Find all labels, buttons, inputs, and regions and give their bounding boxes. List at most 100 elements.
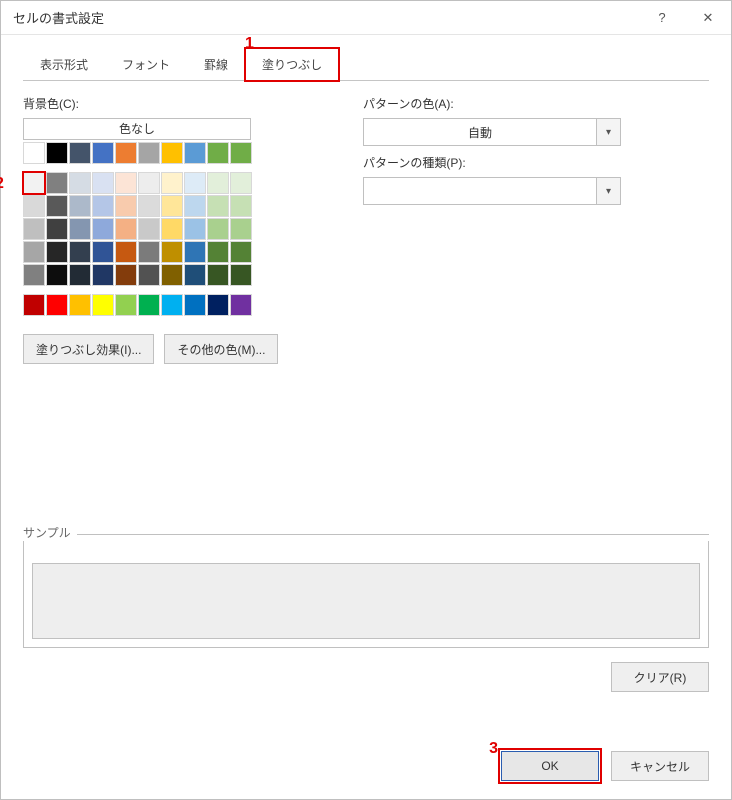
color-swatch[interactable]	[92, 172, 114, 194]
color-swatch[interactable]	[207, 195, 229, 217]
color-swatch[interactable]	[46, 172, 68, 194]
pattern-color-label: パターンの色(A):	[363, 95, 709, 112]
color-swatch[interactable]	[46, 218, 68, 240]
color-swatch[interactable]	[23, 241, 45, 263]
ok-button[interactable]: OK	[501, 751, 599, 781]
clear-button[interactable]: クリア(R)	[611, 662, 709, 692]
annotation-2: 2	[0, 175, 4, 193]
color-swatch[interactable]	[115, 241, 137, 263]
color-swatch[interactable]	[69, 241, 91, 263]
color-swatch[interactable]	[23, 172, 45, 194]
background-color-label: 背景色(C):	[23, 95, 363, 112]
color-swatch[interactable]	[46, 241, 68, 263]
cancel-button[interactable]: キャンセル	[611, 751, 709, 781]
chevron-down-icon: ▾	[596, 178, 620, 204]
color-swatch[interactable]	[138, 142, 160, 164]
color-swatch[interactable]	[184, 294, 206, 316]
color-swatch[interactable]	[184, 241, 206, 263]
color-swatch[interactable]	[184, 264, 206, 286]
titlebar: セルの書式設定 ? ✕	[1, 1, 731, 35]
color-swatch[interactable]	[46, 195, 68, 217]
color-swatch[interactable]	[230, 241, 252, 263]
tab-border[interactable]: 罫線	[187, 48, 245, 81]
color-swatch[interactable]	[184, 195, 206, 217]
color-swatch[interactable]	[115, 142, 137, 164]
color-swatch[interactable]	[138, 264, 160, 286]
color-swatch[interactable]	[138, 172, 160, 194]
no-color-button[interactable]: 色なし	[23, 118, 251, 140]
color-swatch[interactable]	[46, 264, 68, 286]
chevron-down-icon: ▾	[596, 119, 620, 145]
dialog-content: 1 表示形式 フォント 罫線 塗りつぶし 2 背景色(C): 色なし 塗りつぶし…	[1, 35, 731, 737]
more-colors-button[interactable]: その他の色(M)...	[164, 334, 278, 364]
fill-effects-button[interactable]: 塗りつぶし効果(I)...	[23, 334, 154, 364]
color-swatch[interactable]	[161, 294, 183, 316]
annotation-3: 3	[489, 740, 498, 758]
color-swatch[interactable]	[161, 264, 183, 286]
color-swatch[interactable]	[115, 195, 137, 217]
color-swatch[interactable]	[207, 241, 229, 263]
color-swatch[interactable]	[184, 172, 206, 194]
tab-strip: 表示形式 フォント 罫線 塗りつぶし	[23, 47, 709, 81]
color-swatch[interactable]	[92, 241, 114, 263]
color-swatch[interactable]	[230, 294, 252, 316]
color-swatch[interactable]	[23, 218, 45, 240]
close-button[interactable]: ✕	[685, 1, 731, 35]
close-icon: ✕	[703, 10, 714, 26]
color-swatch[interactable]	[161, 142, 183, 164]
color-swatch[interactable]	[69, 294, 91, 316]
color-swatch[interactable]	[207, 218, 229, 240]
sample-group: サンプル	[23, 524, 709, 648]
color-swatch[interactable]	[115, 264, 137, 286]
format-cells-dialog: セルの書式設定 ? ✕ 1 表示形式 フォント 罫線 塗りつぶし 2 背景色(C…	[0, 0, 732, 800]
color-swatch[interactable]	[207, 172, 229, 194]
color-swatch[interactable]	[230, 264, 252, 286]
color-swatch[interactable]	[69, 218, 91, 240]
color-swatch[interactable]	[46, 294, 68, 316]
color-swatch[interactable]	[23, 142, 45, 164]
color-swatch[interactable]	[161, 241, 183, 263]
color-swatch[interactable]	[230, 218, 252, 240]
tab-display-format[interactable]: 表示形式	[23, 48, 105, 81]
pattern-color-value: 自動	[364, 124, 596, 141]
dialog-footer: OK キャンセル	[1, 737, 731, 799]
color-swatch[interactable]	[161, 172, 183, 194]
color-swatch[interactable]	[184, 142, 206, 164]
color-swatch[interactable]	[161, 218, 183, 240]
help-button[interactable]: ?	[639, 1, 685, 35]
tab-font[interactable]: フォント	[105, 48, 187, 81]
color-swatch[interactable]	[207, 294, 229, 316]
theme-colors-row	[23, 142, 363, 164]
standard-colors-row	[23, 294, 363, 316]
color-swatch[interactable]	[69, 142, 91, 164]
color-swatch[interactable]	[23, 264, 45, 286]
color-swatch[interactable]	[23, 294, 45, 316]
color-swatch[interactable]	[207, 264, 229, 286]
color-swatch[interactable]	[138, 241, 160, 263]
color-swatch[interactable]	[23, 195, 45, 217]
color-swatch[interactable]	[69, 195, 91, 217]
color-swatch[interactable]	[92, 294, 114, 316]
color-swatch[interactable]	[46, 142, 68, 164]
color-swatch[interactable]	[138, 294, 160, 316]
color-swatch[interactable]	[138, 218, 160, 240]
color-swatch[interactable]	[184, 218, 206, 240]
color-swatch[interactable]	[115, 294, 137, 316]
color-swatch[interactable]	[92, 195, 114, 217]
pattern-color-combo[interactable]: 自動 ▾	[363, 118, 621, 146]
color-swatch[interactable]	[230, 172, 252, 194]
color-swatch[interactable]	[138, 195, 160, 217]
tab-fill[interactable]: 塗りつぶし	[245, 48, 339, 81]
color-swatch[interactable]	[69, 264, 91, 286]
color-swatch[interactable]	[92, 142, 114, 164]
color-swatch[interactable]	[207, 142, 229, 164]
color-swatch[interactable]	[115, 218, 137, 240]
color-swatch[interactable]	[161, 195, 183, 217]
pattern-type-combo[interactable]: ▾	[363, 177, 621, 205]
color-swatch[interactable]	[230, 142, 252, 164]
color-swatch[interactable]	[230, 195, 252, 217]
color-swatch[interactable]	[92, 264, 114, 286]
color-swatch[interactable]	[115, 172, 137, 194]
color-swatch[interactable]	[69, 172, 91, 194]
color-swatch[interactable]	[92, 218, 114, 240]
